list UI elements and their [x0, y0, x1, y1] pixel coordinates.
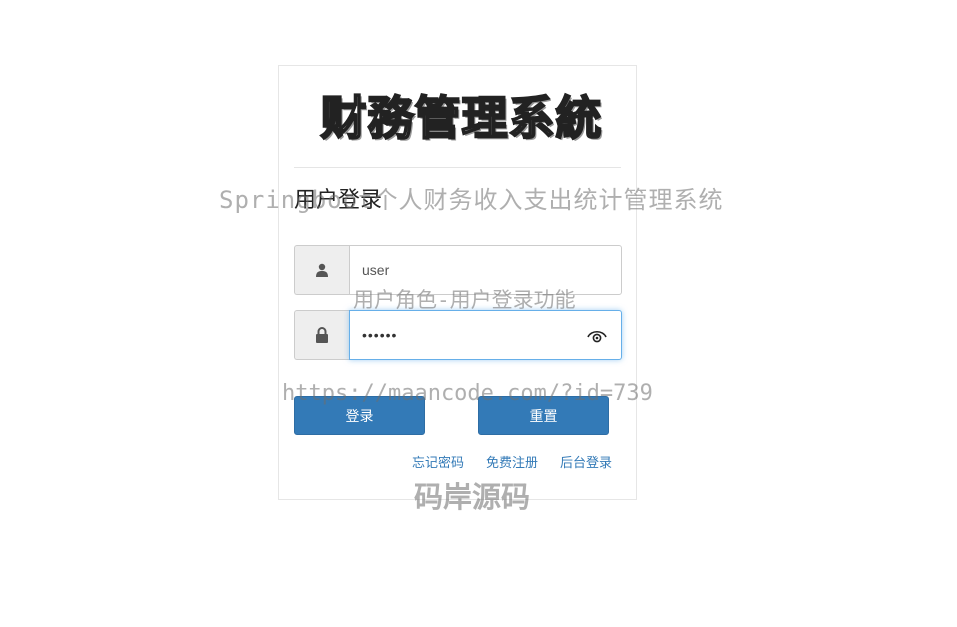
admin-login-link[interactable]: 后台登录: [560, 452, 612, 471]
password-input[interactable]: ••••••: [349, 310, 622, 360]
app-logo: 财務管理系統: [320, 90, 603, 146]
user-icon: [294, 245, 349, 295]
lock-icon: [294, 310, 349, 360]
form-title: 用户登录: [294, 188, 383, 213]
eye-icon[interactable]: [587, 327, 607, 345]
username-input[interactable]: user: [349, 245, 622, 295]
login-button[interactable]: 登录: [294, 396, 425, 435]
username-value: user: [362, 262, 390, 278]
reset-button[interactable]: 重置: [478, 396, 609, 435]
login-card: 财務管理系統 用户登录 user •••••• 登录 重置 忘记密码 免费注册 …: [278, 65, 637, 500]
username-group: user: [294, 245, 622, 295]
login-page: 财務管理系統 用户登录 user •••••• 登录 重置 忘记密码 免费注册 …: [0, 0, 957, 627]
password-group: ••••••: [294, 310, 622, 360]
footer-links: 忘记密码 免费注册 后台登录: [412, 452, 612, 471]
divider: [294, 167, 621, 168]
register-link[interactable]: 免费注册: [486, 452, 538, 471]
forgot-password-link[interactable]: 忘记密码: [412, 452, 464, 471]
password-value: ••••••: [362, 327, 398, 343]
